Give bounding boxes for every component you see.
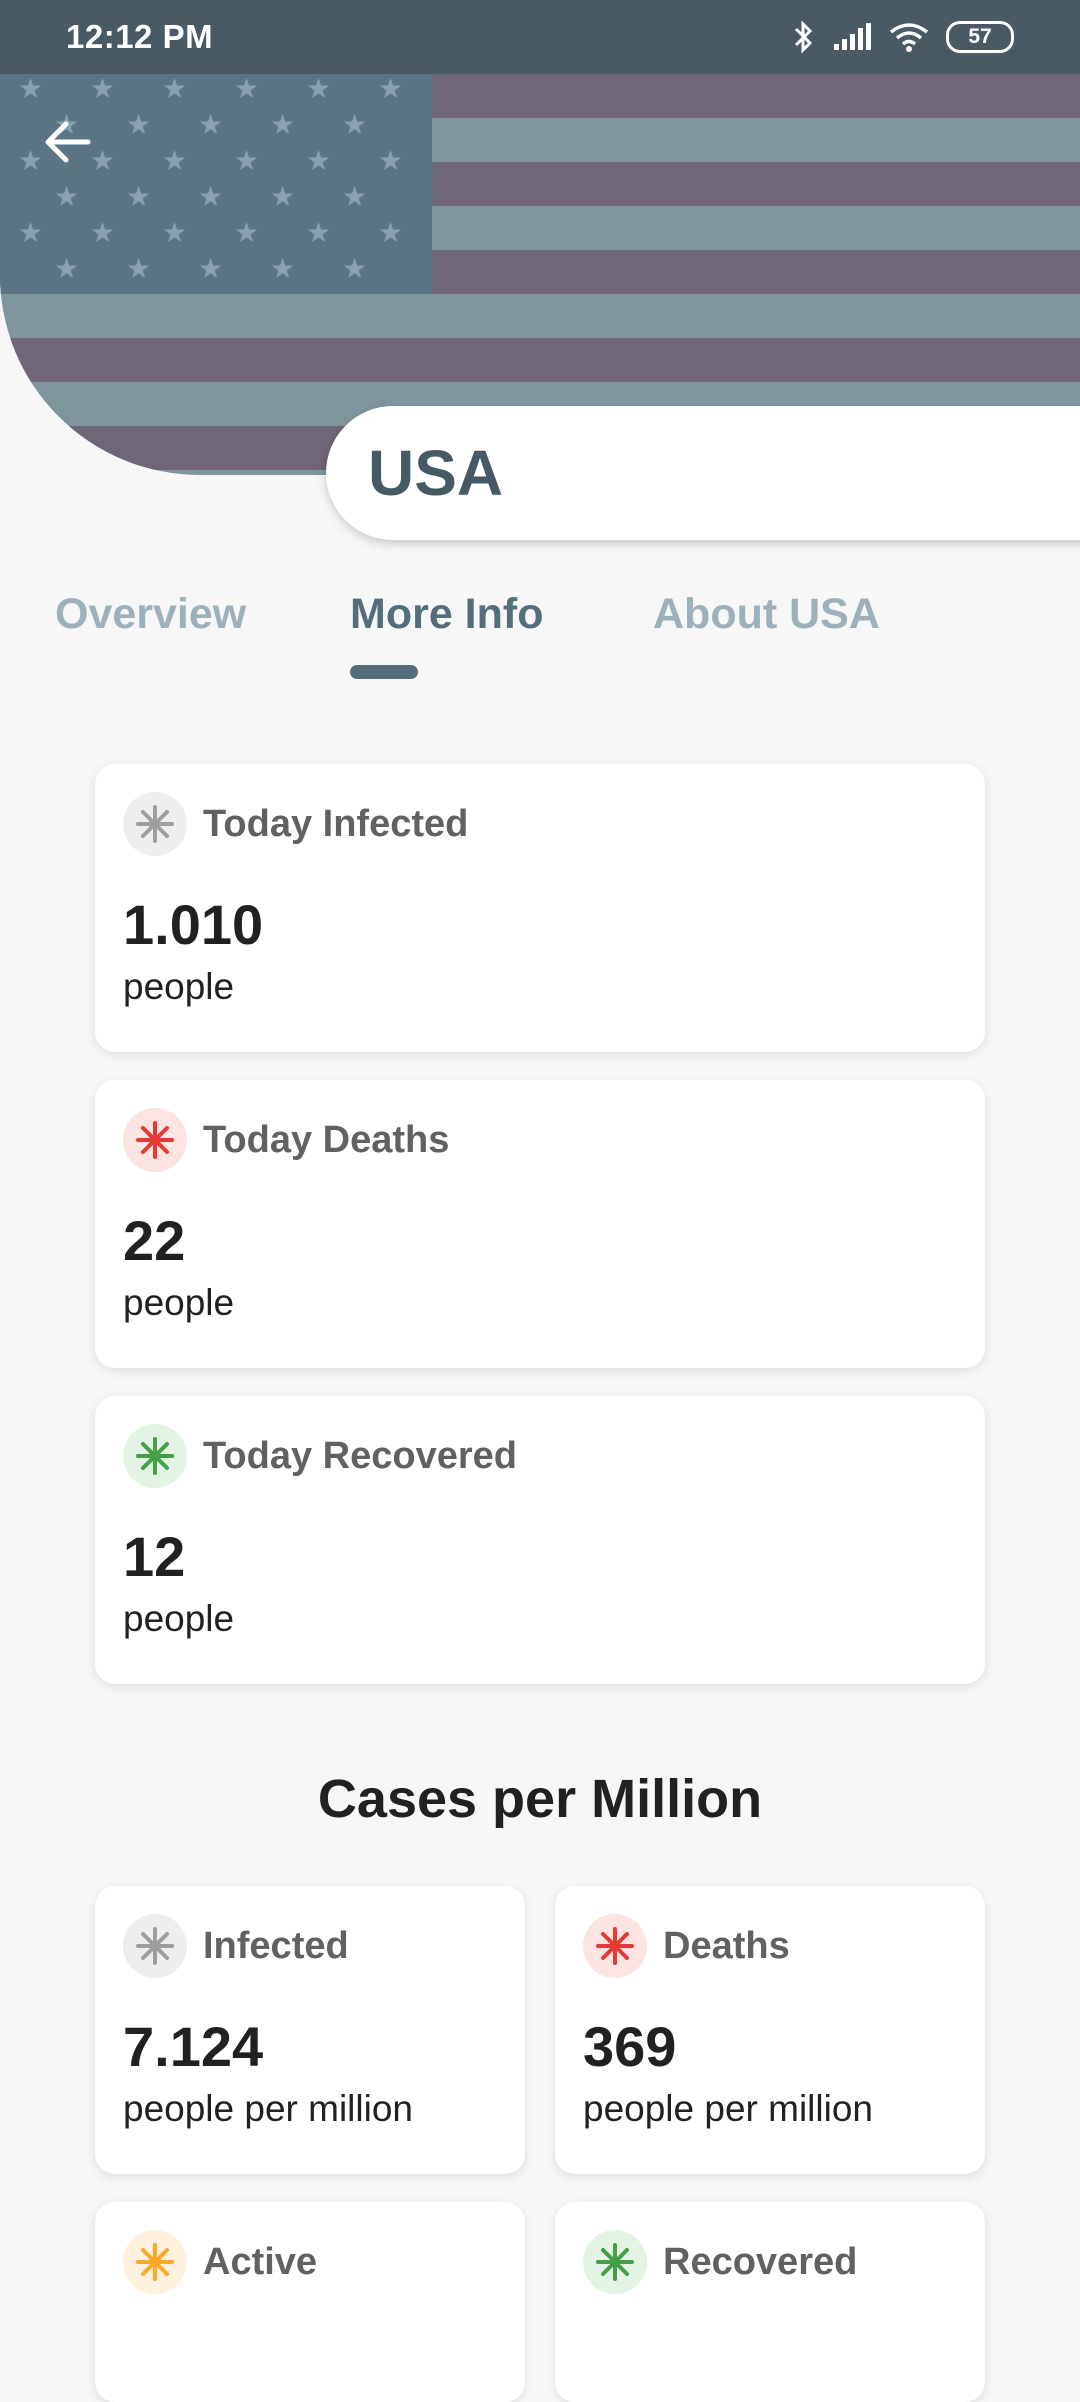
country-title-card: USA: [326, 406, 1080, 540]
svg-text:★: ★: [198, 108, 223, 141]
per-million-infected-card: Infected 7.124 people per million: [95, 1886, 525, 2174]
tab-more-info[interactable]: More Info: [350, 590, 543, 639]
svg-text:★: ★: [54, 180, 79, 213]
svg-text:★: ★: [270, 108, 295, 141]
svg-text:★: ★: [378, 216, 403, 249]
svg-text:★: ★: [18, 216, 43, 249]
card-unit: people: [123, 1282, 235, 1323]
bluetooth-icon: [794, 20, 813, 54]
svg-text:★: ★: [126, 252, 151, 285]
country-name: USA: [368, 437, 504, 509]
virus-icon: [583, 1914, 647, 1978]
card-label: Infected: [203, 1924, 349, 1967]
svg-text:★: ★: [54, 252, 79, 285]
section-title: Cases per Million: [317, 1769, 763, 1829]
svg-text:★: ★: [90, 72, 115, 105]
svg-text:★: ★: [342, 180, 367, 213]
card-label: Recovered: [663, 2240, 858, 2283]
card-label: Today Deaths: [203, 1118, 450, 1161]
svg-text:★: ★: [342, 252, 367, 285]
svg-text:★: ★: [198, 180, 223, 213]
svg-text:★: ★: [270, 180, 295, 213]
today-infected-card: Today Infected 1.010 people: [95, 764, 985, 1052]
signal-icon: [834, 23, 871, 50]
status-icons: 57: [792, 19, 1014, 55]
svg-text:★: ★: [306, 144, 331, 177]
card-unit: people: [123, 1598, 235, 1639]
battery-indicator: 57: [946, 21, 1014, 53]
card-value: 12: [123, 1525, 186, 1588]
wifi-icon: [889, 23, 929, 52]
tab-about[interactable]: About USA: [653, 590, 880, 639]
svg-text:★: ★: [90, 216, 115, 249]
svg-text:★: ★: [306, 72, 331, 105]
svg-text:★: ★: [306, 216, 331, 249]
per-million-deaths-card: Deaths 369 people per million: [555, 1886, 985, 2174]
card-unit: people: [123, 966, 235, 1007]
card-label: Deaths: [663, 1924, 790, 1967]
svg-text:★: ★: [162, 144, 187, 177]
card-unit: people per million: [123, 2088, 414, 2129]
card-value: 22: [123, 1209, 186, 1272]
svg-text:★: ★: [378, 144, 403, 177]
per-million-recovered-card: Recovered: [555, 2202, 985, 2402]
svg-text:★: ★: [126, 180, 151, 213]
svg-text:★: ★: [234, 216, 259, 249]
card-label: Today Infected: [203, 802, 469, 845]
tab-overview[interactable]: Overview: [55, 590, 246, 639]
svg-text:★: ★: [162, 216, 187, 249]
card-unit: people per million: [583, 2088, 874, 2129]
today-recovered-card: Today Recovered 12 people: [95, 1396, 985, 1684]
virus-icon: [123, 1914, 187, 1978]
svg-text:★: ★: [270, 252, 295, 285]
card-value: 7.124: [123, 2015, 264, 2078]
battery-level: 57: [968, 25, 992, 48]
svg-text:★: ★: [198, 252, 223, 285]
virus-icon: [123, 1424, 187, 1488]
per-million-active-card: Active: [95, 2202, 525, 2402]
svg-text:★: ★: [18, 72, 43, 105]
card-value: 369: [583, 2015, 677, 2078]
card-value: 1.010: [123, 893, 264, 956]
svg-text:★: ★: [342, 108, 367, 141]
card-label: Today Recovered: [203, 1434, 517, 1477]
tab-indicator: [350, 665, 418, 679]
status-bar: 12:12 PM 57: [0, 0, 1080, 74]
card-label: Active: [203, 2240, 318, 2283]
tab-bar: Overview More Info About USA: [0, 590, 1080, 690]
virus-icon: [123, 1108, 187, 1172]
arrow-left-icon: [45, 121, 91, 163]
svg-text:★: ★: [126, 108, 151, 141]
svg-text:★: ★: [162, 72, 187, 105]
virus-icon: [123, 792, 187, 856]
today-deaths-card: Today Deaths 22 people: [95, 1080, 985, 1368]
virus-icon: [583, 2230, 647, 2294]
virus-icon: [123, 2230, 187, 2294]
svg-text:★: ★: [234, 144, 259, 177]
status-time: 12:12 PM: [66, 18, 214, 55]
back-button[interactable]: [38, 112, 98, 172]
svg-text:★: ★: [234, 72, 259, 105]
svg-text:★: ★: [378, 72, 403, 105]
